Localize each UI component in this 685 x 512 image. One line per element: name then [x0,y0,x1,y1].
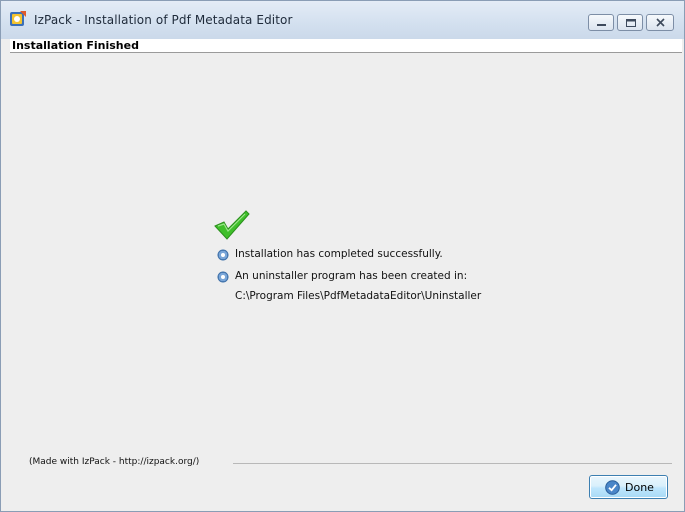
window-title: IzPack - Installation of Pdf Metadata Ed… [34,13,293,27]
izpack-app-icon [9,10,27,28]
maximize-button[interactable] [617,14,643,31]
done-button-label: Done [625,481,654,494]
footer-divider [233,463,672,464]
window-left-edge [1,39,10,511]
made-with-izpack-label: (Made with IzPack - http://izpack.org/) [29,457,200,467]
uninstaller-message-text: An uninstaller program has been created … [235,270,468,282]
minimize-button[interactable] [588,14,614,31]
panel-heading: Installation Finished [10,39,682,53]
installer-window: IzPack - Installation of Pdf Metadata Ed… [0,0,685,512]
close-button[interactable] [646,14,674,31]
title-bar[interactable]: IzPack - Installation of Pdf Metadata Ed… [1,1,684,39]
done-button[interactable]: Done [589,475,668,499]
green-checkmark-icon [213,209,251,241]
uninstaller-path: C:\Program Files\PdfMetadataEditor\Unins… [235,290,482,302]
check-circle-icon [605,480,620,495]
gear-info-icon [217,249,229,261]
completed-message-text: Installation has completed successfully. [235,248,443,260]
gear-info-icon [217,271,229,283]
